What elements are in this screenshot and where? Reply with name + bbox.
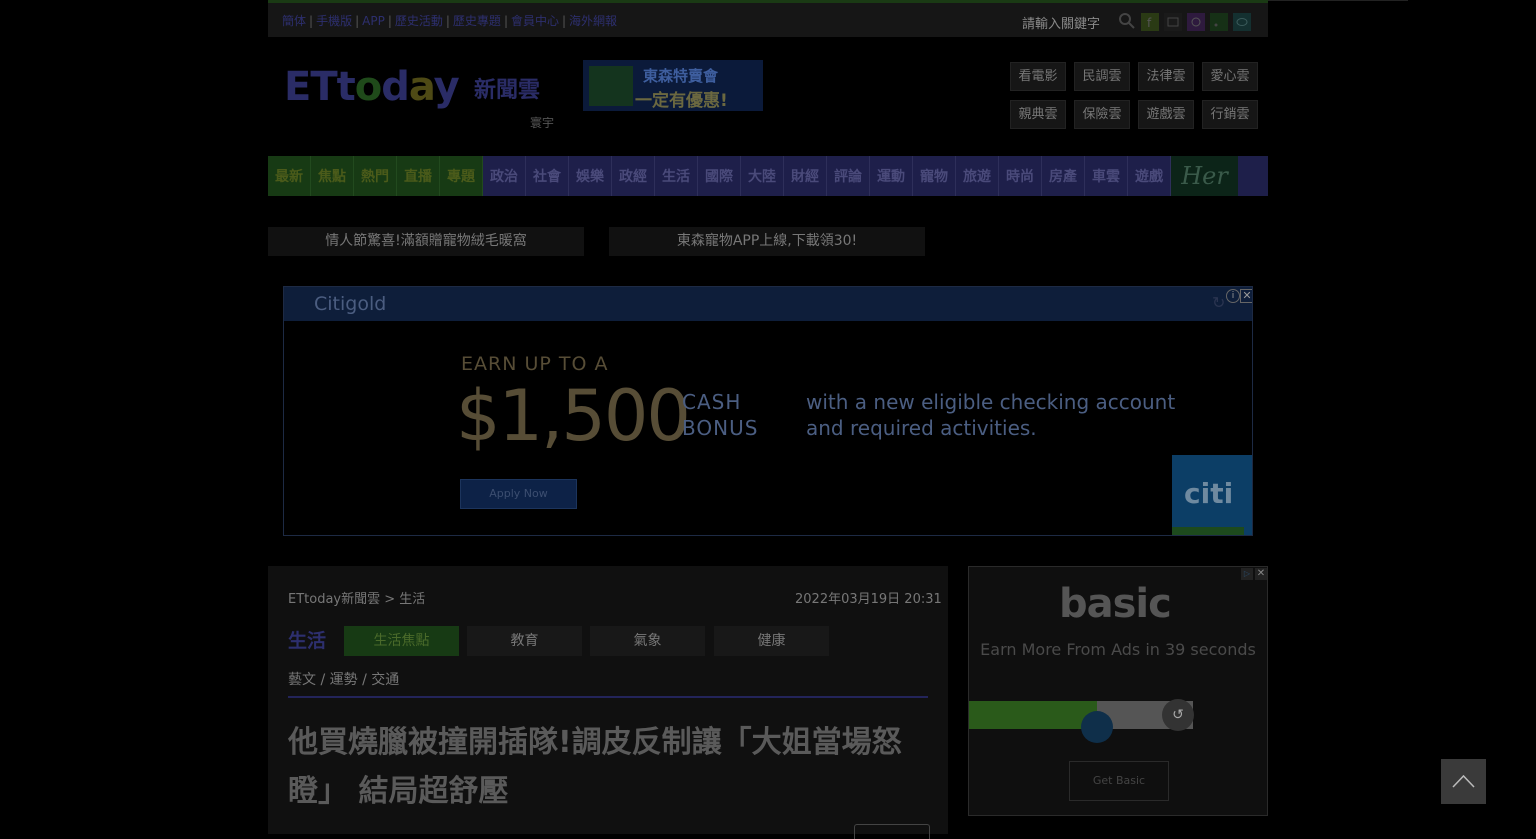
search-input[interactable]: 請輸入關鍵字 bbox=[1022, 13, 1100, 32]
top-edge-line bbox=[1268, 0, 1408, 1]
ad-brand: Citigold bbox=[314, 293, 387, 315]
header-banner[interactable]: 東森特賣會 一定有優惠! bbox=[583, 60, 763, 111]
refresh-icon: ↻ bbox=[1212, 293, 1226, 312]
top-link-simplified[interactable]: 簡体 bbox=[282, 14, 306, 28]
top-link-app[interactable]: APP bbox=[362, 14, 385, 28]
rss-icon[interactable] bbox=[1210, 13, 1228, 31]
promo-link-app[interactable]: 東森寵物APP上線,下載領30! bbox=[609, 227, 925, 256]
side-ad-text: Earn More From Ads in 39 seconds bbox=[980, 640, 1256, 659]
nav-politics[interactable]: 政治 bbox=[483, 156, 526, 196]
nav-special[interactable]: 專題 bbox=[440, 156, 483, 196]
banner-line1: 東森特賣會 bbox=[643, 67, 719, 85]
nav-cars[interactable]: 車雲 bbox=[1085, 156, 1128, 196]
instagram-icon[interactable] bbox=[1187, 13, 1205, 31]
site-logo[interactable]: ETtoday bbox=[284, 64, 460, 110]
top-link-events[interactable]: 歷史活動 bbox=[395, 14, 443, 28]
nav-opinion[interactable]: 評論 bbox=[827, 156, 870, 196]
subcategory-links[interactable]: 藝文 / 運勢 / 交通 bbox=[288, 669, 399, 689]
logo-subtitle: 寰宇 bbox=[530, 116, 555, 130]
nav-sports[interactable]: 運動 bbox=[870, 156, 913, 196]
tab-education[interactable]: 教育 bbox=[467, 626, 582, 656]
category-title[interactable]: 生活 bbox=[288, 626, 326, 653]
facebook-icon[interactable]: f bbox=[1141, 13, 1159, 31]
nav-china[interactable]: 大陸 bbox=[741, 156, 784, 196]
tab-health[interactable]: 健康 bbox=[714, 626, 829, 656]
header-btn-dict[interactable]: 親典雲 bbox=[1010, 100, 1066, 129]
breadcrumb[interactable]: ETtoday新聞雲 > 生活 bbox=[288, 588, 425, 607]
top-link-topics[interactable]: 歷史專題 bbox=[453, 14, 501, 28]
article-action-button[interactable] bbox=[854, 824, 930, 839]
get-basic-button[interactable]: Get Basic bbox=[1069, 761, 1169, 801]
ad-description: with a new eligible checking account and… bbox=[806, 390, 1176, 440]
nav-life[interactable]: 生活 bbox=[655, 156, 698, 196]
header-btn-marketing[interactable]: 行銷雲 bbox=[1202, 100, 1258, 129]
close-icon[interactable]: ✕ bbox=[1255, 568, 1267, 580]
ad-cash-bonus: CASH BONUS bbox=[682, 390, 759, 440]
nav-games[interactable]: 遊戲 bbox=[1128, 156, 1171, 196]
main-nav: 最新 焦點 熱門 直播 專題 政治 社會 娛樂 政經 生活 國際 大陸 財經 評… bbox=[268, 156, 1268, 196]
nav-entertainment[interactable]: 娛樂 bbox=[569, 156, 612, 196]
nav-realestate[interactable]: 房產 bbox=[1042, 156, 1085, 196]
ad-earn-text: EARN UP TO A bbox=[461, 353, 609, 375]
nav-travel[interactable]: 旅遊 bbox=[956, 156, 999, 196]
chevron-up-icon bbox=[1452, 774, 1475, 788]
banner-line2: 一定有優惠! bbox=[635, 91, 728, 111]
nav-hot[interactable]: 熱門 bbox=[354, 156, 397, 196]
citigold-ad[interactable]: Citigold ↻ i ✕ EARN UP TO A $1,500 CASH … bbox=[283, 286, 1253, 536]
scroll-to-top-button[interactable] bbox=[1441, 759, 1486, 804]
tab-life-focus[interactable]: 生活焦點 bbox=[344, 626, 459, 656]
basic-side-ad[interactable]: ▷ ✕ basic Earn More From Ads in 39 secon… bbox=[968, 566, 1268, 816]
divider bbox=[288, 696, 928, 698]
line-icon[interactable] bbox=[1233, 13, 1251, 31]
header-btn-law[interactable]: 法律雲 bbox=[1138, 62, 1194, 91]
replay-icon[interactable]: ↺ bbox=[1162, 699, 1194, 731]
citi-logo-text: citi bbox=[1184, 477, 1234, 510]
nav-fashion[interactable]: 時尚 bbox=[999, 156, 1042, 196]
adchoices-icon[interactable]: ▷ bbox=[1241, 568, 1253, 580]
top-links: 簡体 | 手機版 | APP | 歷史活動 | 歷史專題 | 會員中心 | 海外網報 bbox=[282, 14, 618, 28]
header-btn-insurance[interactable]: 保險雲 bbox=[1074, 100, 1130, 129]
nav-finance[interactable]: 財經 bbox=[784, 156, 827, 196]
side-ad-progress-fill bbox=[969, 701, 1097, 729]
nav-her[interactable]: Her bbox=[1171, 156, 1238, 196]
top-link-member[interactable]: 會員中心 bbox=[511, 14, 559, 28]
nav-society[interactable]: 社會 bbox=[526, 156, 569, 196]
article-panel: ETtoday新聞雲 > 生活 2022年03月19日 20:31 生活 生活焦… bbox=[268, 566, 948, 839]
nav-focus[interactable]: 焦點 bbox=[311, 156, 354, 196]
article-headline: 他買燒臘被撞開插隊!調皮反制讓「大姐當場怒瞪」 結局超舒壓 bbox=[288, 725, 902, 809]
nav-international[interactable]: 國際 bbox=[698, 156, 741, 196]
citi-logo: citi bbox=[1172, 455, 1252, 535]
search-icon[interactable] bbox=[1118, 12, 1136, 30]
header-btn-game[interactable]: 遊戲雲 bbox=[1138, 100, 1194, 129]
header-btn-poll[interactable]: 民調雲 bbox=[1074, 62, 1130, 91]
side-ad-progress-knob[interactable] bbox=[1080, 711, 1113, 743]
top-bar: 簡体 | 手機版 | APP | 歷史活動 | 歷史專題 | 會員中心 | 海外網報 請輸入關鍵字 f bbox=[268, 0, 1268, 37]
nav-pets[interactable]: 寵物 bbox=[913, 156, 956, 196]
header-btn-charity[interactable]: 愛心雲 bbox=[1202, 62, 1258, 91]
nav-latest[interactable]: 最新 bbox=[268, 156, 311, 196]
banner-graphic-icon bbox=[589, 66, 633, 106]
top-link-mobile[interactable]: 手機版 bbox=[316, 14, 352, 28]
ad-amount: $1,500 bbox=[456, 375, 691, 457]
nav-political-economy[interactable]: 政經 bbox=[612, 156, 655, 196]
nav-live[interactable]: 直播 bbox=[397, 156, 440, 196]
promo-link-valentine[interactable]: 情人節驚喜!滿額贈寵物絨毛暖窩 bbox=[268, 227, 584, 256]
close-icon[interactable]: ✕ bbox=[1240, 289, 1252, 303]
ad-header: Citigold ↻ bbox=[284, 287, 1252, 321]
citi-logo-bar bbox=[1172, 527, 1244, 535]
header-btn-movie[interactable]: 看電影 bbox=[1010, 62, 1066, 91]
tab-weather[interactable]: 氣象 bbox=[590, 626, 705, 656]
basic-logo: basic bbox=[1059, 581, 1172, 627]
article-date: 2022年03月19日 20:31 bbox=[795, 592, 942, 607]
youtube-icon[interactable] bbox=[1164, 13, 1182, 31]
logo-chinese-text: 新聞雲 bbox=[474, 78, 541, 103]
info-icon[interactable]: i bbox=[1226, 289, 1240, 303]
ad-apply-button[interactable]: Apply Now bbox=[460, 479, 577, 509]
top-link-overseas[interactable]: 海外網報 bbox=[569, 14, 617, 28]
